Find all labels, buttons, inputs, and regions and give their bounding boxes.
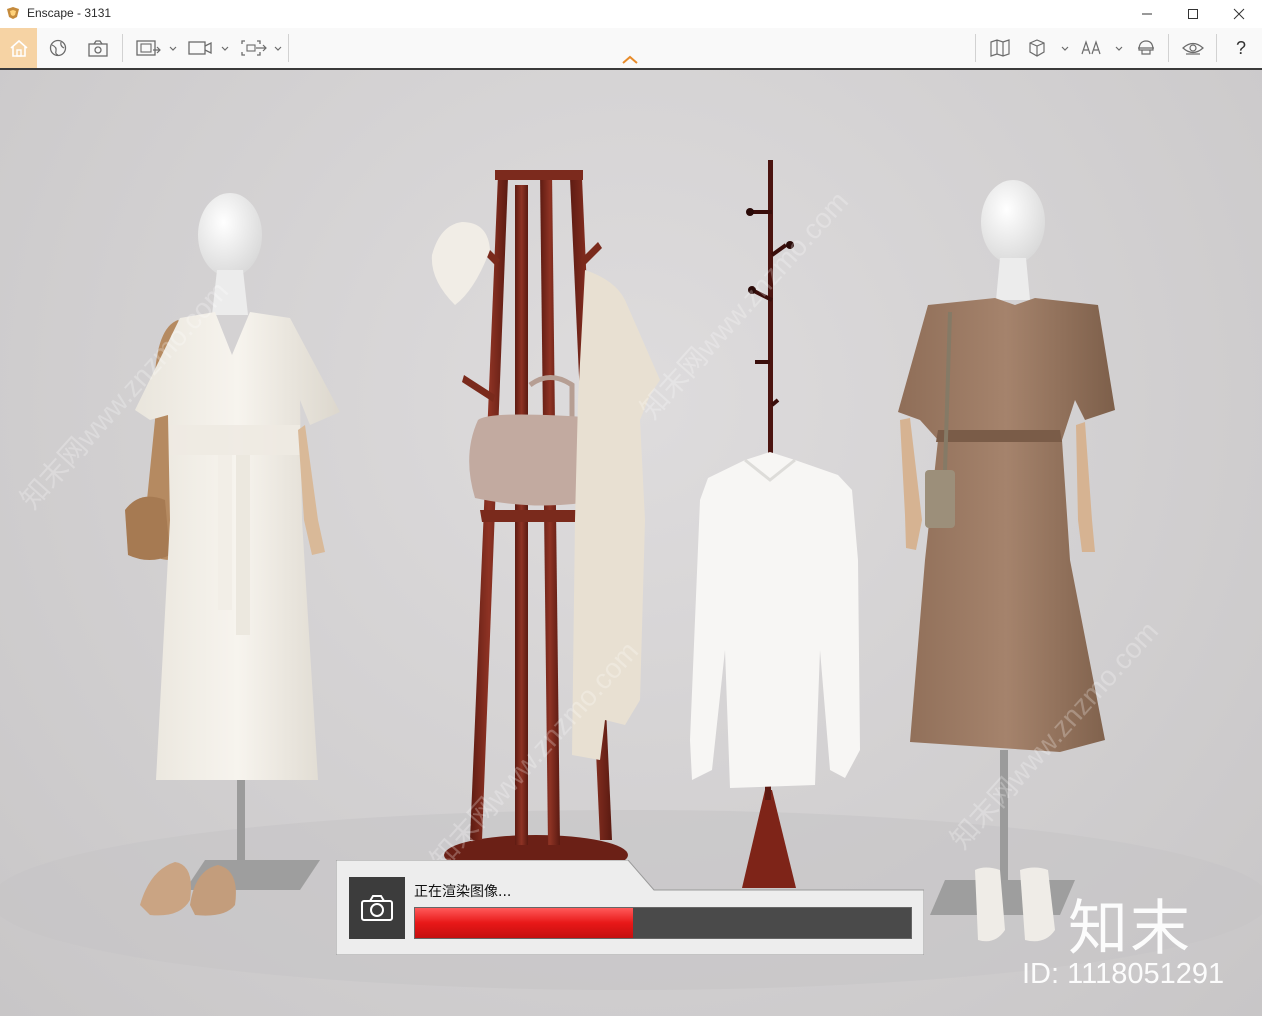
minimize-icon	[1142, 13, 1152, 15]
globe-icon	[49, 39, 67, 57]
help-button[interactable]: ?	[1226, 28, 1256, 68]
home-icon	[9, 39, 28, 57]
export-icon	[241, 40, 282, 56]
view-button[interactable]	[1176, 28, 1210, 68]
export-button[interactable]	[236, 28, 286, 68]
map-icon	[990, 39, 1010, 57]
close-button[interactable]	[1216, 0, 1262, 28]
feedback-button[interactable]	[1130, 28, 1162, 68]
screenshot-icon	[136, 40, 177, 56]
close-icon	[1233, 8, 1245, 20]
render-progress-panel: 正在渲染图像...	[336, 860, 924, 955]
toolbar-separator	[122, 34, 123, 62]
minimize-button[interactable]	[1124, 0, 1170, 28]
watermark-logo: 知末	[1068, 894, 1192, 964]
render-progress-fill	[415, 908, 634, 938]
toolbar-separator	[288, 34, 289, 62]
render-progress-bar	[414, 907, 912, 939]
toolbar-separator	[1168, 34, 1169, 62]
helmet-icon	[1138, 40, 1154, 55]
chevron-up-icon[interactable]	[621, 55, 639, 65]
video-button[interactable]	[183, 28, 233, 68]
maximize-button[interactable]	[1170, 0, 1216, 28]
screenshot-button[interactable]	[131, 28, 181, 68]
render-status-label: 正在渲染图像...	[414, 884, 512, 900]
eye-icon	[1182, 42, 1204, 55]
home-button[interactable]	[0, 28, 37, 68]
watermark-id: ID: 1118051291	[1022, 958, 1225, 990]
vr-icon	[1081, 40, 1123, 55]
camera-settings-icon	[88, 40, 108, 57]
toolbar-separator	[1216, 34, 1217, 62]
toolbar-separator	[975, 34, 976, 62]
orbit-view-button[interactable]	[40, 28, 76, 68]
camera-icon	[361, 895, 393, 921]
cube-icon	[1029, 39, 1069, 57]
enscape-logo-icon	[7, 7, 19, 19]
window-title: Enscape - 3131	[27, 6, 112, 20]
settings-capture-button[interactable]	[79, 28, 117, 68]
title-bar: Enscape - 3131	[0, 0, 1262, 28]
video-icon	[188, 41, 229, 55]
maximize-icon	[1188, 9, 1198, 19]
capture-button[interactable]	[349, 877, 405, 939]
vr-button[interactable]	[1078, 28, 1126, 68]
asset-library-button[interactable]	[1024, 28, 1072, 68]
map-button[interactable]	[984, 28, 1016, 68]
